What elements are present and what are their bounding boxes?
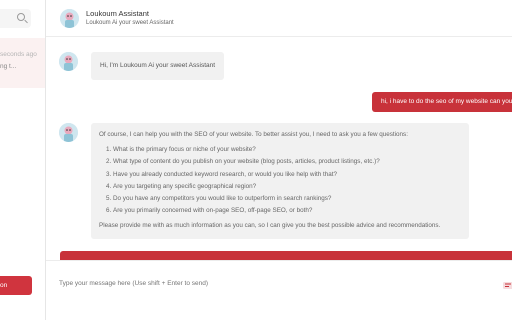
question-item: What is the primary focus or niche of yo… — [113, 145, 461, 154]
question-item: Are you primarily concerned with on-page… — [113, 206, 461, 215]
question-item: Have you already conducted keyword resea… — [113, 170, 461, 179]
bot-message: Of course, I can help you with the SEO o… — [91, 123, 469, 239]
send-icon[interactable] — [502, 278, 512, 290]
user-message-partial — [60, 251, 512, 260]
new-conversation-button[interactable]: on — [0, 276, 32, 295]
composer — [46, 260, 512, 320]
assistant-avatar — [60, 9, 79, 28]
sidebar: seconds ago ng t... on — [0, 0, 46, 320]
bot-avatar — [59, 123, 78, 142]
conversation-item[interactable]: seconds ago ng t... — [0, 38, 45, 88]
bot-avatar — [59, 52, 78, 71]
bot-message: Hi, I'm Loukoum Ai your sweet Assistant — [91, 52, 225, 80]
conversation-preview: ng t... — [0, 63, 17, 70]
bot-reply-closing: Please provide me with as much informati… — [99, 222, 441, 230]
user-message: hi, i have to do the seo of my website c… — [372, 92, 512, 112]
chat-app: seconds ago ng t... on Loukoum Assistant… — [0, 0, 512, 320]
chat-header: Loukoum Assistant Loukoum Ai your sweet … — [46, 0, 512, 37]
assistant-name: Loukoum Assistant — [86, 9, 149, 18]
question-item: What type of content do you publish on y… — [113, 157, 461, 166]
message-list[interactable]: Hi, I'm Loukoum Ai your sweet Assistant … — [46, 37, 512, 260]
question-item: Do you have any competitors you would li… — [113, 194, 461, 203]
search-box[interactable] — [0, 9, 31, 28]
bot-reply-intro: Of course, I can help you with the SEO o… — [99, 131, 408, 138]
conversation-time: seconds ago — [0, 51, 37, 58]
message-input[interactable] — [59, 280, 479, 287]
assistant-subtitle: Loukoum Ai your sweet Assistant — [86, 20, 174, 26]
question-list: What is the primary focus or niche of yo… — [113, 145, 461, 215]
search-icon[interactable] — [17, 13, 25, 21]
question-item: Are you targeting any specific geographi… — [113, 182, 461, 191]
